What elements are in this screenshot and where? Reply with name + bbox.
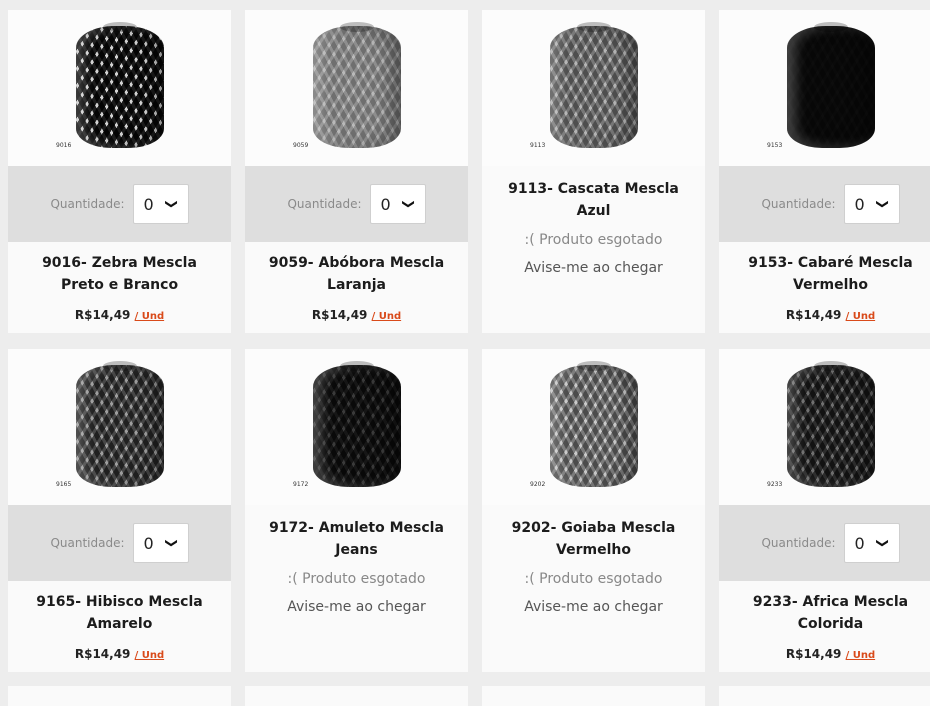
product-card[interactable]: 9153 Quantidade: 0 ❯ 9153- Cabaré Mescla… xyxy=(719,10,930,333)
price-unit: / Und xyxy=(134,311,165,322)
product-price: R$14,49 / Und xyxy=(8,647,231,661)
product-card[interactable] xyxy=(245,686,468,706)
product-name[interactable]: 9113- Cascata Mescla Azul xyxy=(482,178,705,222)
quantity-value: 0 xyxy=(854,533,865,553)
product-price: R$14,49 / Und xyxy=(719,308,930,322)
quantity-label: Quantidade: xyxy=(761,197,836,211)
product-name[interactable]: 9059- Abóbora Mescla Laranja xyxy=(245,252,468,296)
product-card[interactable]: 9113 9113- Cascata Mescla Azul :( Produt… xyxy=(482,10,705,333)
product-card[interactable]: 9059 Quantidade: 0 ❯ 9059- Abóbora Mescl… xyxy=(245,10,468,333)
product-name[interactable]: 9172- Amuleto Mescla Jeans xyxy=(245,517,468,561)
product-code: 9113 xyxy=(530,142,546,149)
sold-out-status: :( Produto esgotado xyxy=(287,571,426,587)
quantity-select[interactable]: 0 ❯ xyxy=(843,523,900,563)
price-unit: / Und xyxy=(134,650,165,661)
yarn-spool-image xyxy=(75,361,164,487)
yarn-spool-image xyxy=(786,361,875,487)
product-code: 9172 xyxy=(293,481,309,488)
chevron-down-icon: ❯ xyxy=(876,198,891,210)
product-image[interactable]: 9016 xyxy=(8,10,231,166)
notify-link[interactable]: Avise-me ao chegar xyxy=(482,260,705,276)
notify-link[interactable]: Avise-me ao chegar xyxy=(482,599,705,615)
price-value: R$14,49 xyxy=(785,647,842,661)
product-card[interactable]: 9233 Quantidade: 0 ❯ 9233- Africa Mescla… xyxy=(719,349,930,672)
quantity-bar: Quantidade: 0 ❯ xyxy=(245,166,468,242)
yarn-spool-image xyxy=(549,22,638,148)
product-name[interactable]: 9202- Goiaba Mescla Vermelho xyxy=(482,517,705,561)
price-value: R$14,49 xyxy=(785,308,842,322)
price-unit: / Und xyxy=(845,650,876,661)
product-image[interactable]: 9165 xyxy=(8,349,231,505)
quantity-label: Quantidade: xyxy=(50,197,125,211)
price-value: R$14,49 xyxy=(74,308,131,322)
product-code: 9165 xyxy=(56,481,72,488)
quantity-value: 0 xyxy=(380,194,391,214)
product-name[interactable]: 9165- Hibisco Mescla Amarelo xyxy=(8,591,231,635)
quantity-value: 0 xyxy=(854,194,865,214)
product-image[interactable]: 9059 xyxy=(245,10,468,166)
product-card[interactable]: 9202 9202- Goiaba Mescla Vermelho :( Pro… xyxy=(482,349,705,672)
quantity-select[interactable]: 0 ❯ xyxy=(843,184,900,224)
product-image[interactable]: 9172 xyxy=(245,349,468,505)
product-name[interactable]: 9016- Zebra Mescla Preto e Branco xyxy=(8,252,231,296)
quantity-label: Quantidade: xyxy=(761,536,836,550)
price-unit: / Und xyxy=(845,311,876,322)
price-value: R$14,49 xyxy=(311,308,368,322)
yarn-spool-image xyxy=(312,361,401,487)
chevron-down-icon: ❯ xyxy=(165,537,180,549)
quantity-bar: Quantidade: 0 ❯ xyxy=(8,166,231,242)
quantity-select[interactable]: 0 ❯ xyxy=(132,523,189,563)
quantity-bar: Quantidade: 0 ❯ xyxy=(8,505,231,581)
product-code: 9202 xyxy=(530,481,546,488)
quantity-bar: Quantidade: 0 ❯ xyxy=(719,166,930,242)
price-value: R$14,49 xyxy=(74,647,131,661)
quantity-value: 0 xyxy=(143,533,154,553)
price-unit: / Und xyxy=(371,311,402,322)
quantity-label: Quantidade: xyxy=(287,197,362,211)
product-card[interactable]: 9016 Quantidade: 0 ❯ 9016- Zebra Mescla … xyxy=(8,10,231,333)
quantity-bar: Quantidade: 0 ❯ xyxy=(719,505,930,581)
product-image[interactable]: 9113 xyxy=(482,10,705,166)
product-grid: 9016 Quantidade: 0 ❯ 9016- Zebra Mescla … xyxy=(8,10,930,672)
chevron-down-icon: ❯ xyxy=(165,198,180,210)
quantity-value: 0 xyxy=(143,194,154,214)
sold-out-status: :( Produto esgotado xyxy=(524,232,663,248)
product-card[interactable] xyxy=(482,686,705,706)
product-card[interactable]: 9172 9172- Amuleto Mescla Jeans :( Produ… xyxy=(245,349,468,672)
chevron-down-icon: ❯ xyxy=(876,537,891,549)
yarn-spool-image xyxy=(549,361,638,487)
product-price: R$14,49 / Und xyxy=(245,308,468,322)
yarn-spool-image xyxy=(75,22,164,148)
product-image[interactable]: 9153 xyxy=(719,10,930,166)
product-card[interactable]: 9165 Quantidade: 0 ❯ 9165- Hibisco Mescl… xyxy=(8,349,231,672)
yarn-spool-image xyxy=(312,22,401,148)
product-price: R$14,49 / Und xyxy=(719,647,930,661)
product-price: R$14,49 / Und xyxy=(8,308,231,322)
product-code: 9233 xyxy=(767,481,783,488)
chevron-down-icon: ❯ xyxy=(402,198,417,210)
product-card[interactable] xyxy=(719,686,930,706)
product-card[interactable] xyxy=(8,686,231,706)
quantity-select[interactable]: 0 ❯ xyxy=(369,184,426,224)
quantity-select[interactable]: 0 ❯ xyxy=(132,184,189,224)
sold-out-status: :( Produto esgotado xyxy=(524,571,663,587)
product-image[interactable]: 9202 xyxy=(482,349,705,505)
next-row-cards xyxy=(8,686,930,706)
product-name[interactable]: 9153- Cabaré Mescla Vermelho xyxy=(719,252,930,296)
product-code: 9016 xyxy=(56,142,72,149)
product-image[interactable]: 9233 xyxy=(719,349,930,505)
notify-link[interactable]: Avise-me ao chegar xyxy=(245,599,468,615)
product-name[interactable]: 9233- Africa Mescla Colorida xyxy=(719,591,930,635)
product-code: 9153 xyxy=(767,142,783,149)
product-code: 9059 xyxy=(293,142,309,149)
yarn-spool-image xyxy=(786,22,875,148)
quantity-label: Quantidade: xyxy=(50,536,125,550)
